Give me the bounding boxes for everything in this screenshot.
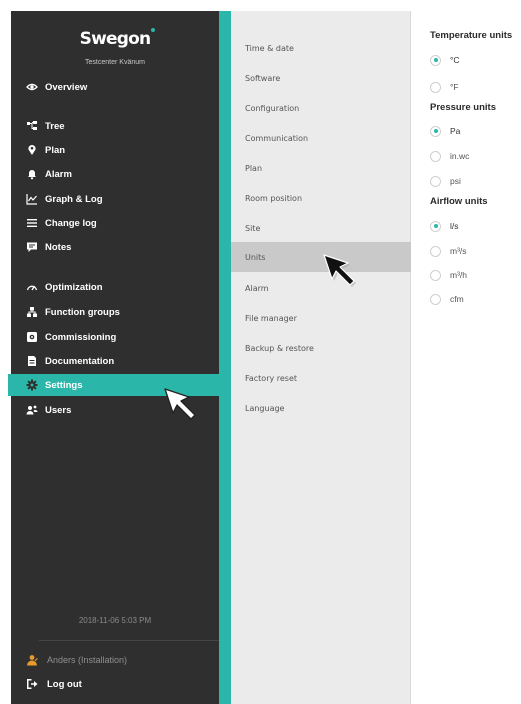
user-icon (26, 654, 38, 666)
submenu-item-backup-restore[interactable]: Backup & restore (231, 333, 411, 363)
radio-cfm[interactable]: cfm (430, 292, 464, 306)
nav-item-change-log[interactable]: Change log (11, 212, 219, 234)
radio-label: °C (450, 55, 460, 65)
radio-button[interactable] (430, 269, 441, 281)
radio-label: in.wc (450, 151, 470, 161)
nav-label: Alarm (45, 168, 72, 180)
submenu-item-factory-reset[interactable]: Factory reset (231, 363, 411, 393)
function-groups-icon (26, 306, 38, 318)
nav-label: Notes (45, 241, 72, 253)
nav-label: Change log (45, 217, 97, 229)
submenu-item-time-date[interactable]: Time & date (231, 33, 411, 63)
gauge-icon (26, 281, 38, 293)
radio-label: cfm (450, 294, 464, 304)
nav-item-function-groups[interactable]: Function groups (11, 301, 219, 323)
radio-label: m³/s (450, 246, 467, 256)
nav-item-notes[interactable]: Notes (11, 236, 219, 258)
nav-item-alarm[interactable]: Alarm (11, 163, 219, 185)
eye-icon (26, 81, 38, 93)
radio-psi[interactable]: psi (430, 174, 461, 188)
radio-celsius[interactable]: °C (430, 53, 460, 67)
nav-label: Settings (45, 379, 83, 391)
radio-button[interactable] (430, 220, 441, 232)
submenu-item-communication[interactable]: Communication (231, 123, 411, 153)
bell-icon (26, 168, 38, 180)
radio-label: Pa (450, 126, 461, 136)
user-name: Anders (Installation) (47, 655, 128, 665)
gear-icon (26, 379, 38, 391)
nav-item-commissioning[interactable]: Commissioning (11, 326, 219, 348)
accent-strip (219, 11, 231, 704)
logout-button[interactable]: Log out (26, 675, 82, 693)
nav-label: Function groups (45, 306, 120, 318)
sidebar: Swegon Testcenter Kvänum Overview Tree P… (8, 11, 219, 704)
brand-logo: Swegon (79, 29, 151, 49)
nav-item-optimization[interactable]: Optimization (11, 276, 219, 298)
logout-icon (26, 678, 38, 690)
notes-icon (26, 241, 38, 253)
nav-item-settings[interactable]: Settings (8, 374, 219, 396)
nav-item-plan[interactable]: Plan (11, 139, 219, 161)
radio-in-wc[interactable]: in.wc (430, 149, 469, 163)
current-user[interactable]: Anders (Installation) (26, 652, 127, 668)
radio-label: °F (450, 82, 459, 92)
nav-label: Commissioning (45, 331, 117, 343)
radio-label: m³/h (450, 270, 467, 280)
current-datetime: 2018-11-06 5:03 PM (78, 616, 152, 625)
map-pin-icon (26, 144, 38, 156)
radio-button[interactable] (430, 54, 441, 66)
submenu-item-plan[interactable]: Plan (231, 153, 411, 183)
temperature-units-title: Temperature units (430, 30, 513, 41)
list-icon (26, 217, 38, 229)
submenu-item-site[interactable]: Site (231, 213, 411, 243)
units-panel: Temperature units °C °F Pressure units P… (412, 0, 521, 704)
logout-label: Log out (47, 678, 82, 690)
settings-submenu: Time & date Software Configuration Commu… (231, 11, 411, 704)
radio-button[interactable] (430, 175, 441, 187)
radio-l-s[interactable]: l/s (430, 219, 459, 233)
sidebar-divider (39, 640, 219, 641)
nav-item-documentation[interactable]: Documentation (11, 350, 219, 372)
nav-label: Optimization (45, 281, 103, 293)
radio-label: psi (450, 176, 461, 186)
submenu-item-software[interactable]: Software (231, 63, 411, 93)
nav-item-graph-log[interactable]: Graph & Log (11, 188, 219, 210)
document-icon (26, 355, 38, 367)
users-icon (26, 404, 38, 416)
radio-pa[interactable]: Pa (430, 124, 460, 138)
radio-button[interactable] (430, 245, 441, 257)
submenu-item-language[interactable]: Language (231, 393, 411, 423)
radio-button[interactable] (430, 125, 441, 137)
submenu-item-configuration[interactable]: Configuration (231, 93, 411, 123)
radio-button[interactable] (430, 293, 441, 305)
radio-m3-h[interactable]: m³/h (430, 268, 467, 282)
pressure-units-title: Pressure units (430, 102, 496, 113)
nav-label: Users (45, 404, 72, 416)
nav-item-overview[interactable]: Overview (11, 76, 219, 98)
nav-label: Plan (45, 144, 66, 156)
radio-label: l/s (450, 221, 459, 231)
nav-item-users[interactable]: Users (11, 399, 219, 421)
tree-icon (26, 120, 38, 132)
submenu-item-room-position[interactable]: Room position (231, 183, 411, 213)
nav-label: Tree (45, 120, 65, 132)
radio-button[interactable] (430, 81, 441, 93)
nav-label: Overview (45, 81, 88, 93)
logo-dot-icon (151, 28, 155, 32)
radio-fahrenheit[interactable]: °F (430, 80, 459, 94)
nav-label: Documentation (45, 355, 115, 367)
nav-item-tree[interactable]: Tree (11, 115, 219, 137)
commissioning-icon (26, 331, 38, 343)
nav-label: Graph & Log (45, 193, 103, 205)
graph-icon (26, 193, 38, 205)
submenu-item-file-manager[interactable]: File manager (231, 303, 411, 333)
radio-button[interactable] (430, 150, 441, 162)
radio-m3-s[interactable]: m³/s (430, 244, 467, 258)
airflow-units-title: Airflow units (430, 196, 488, 207)
submenu-item-units[interactable]: Units (231, 242, 411, 272)
site-name: Testcenter Kvänum (85, 59, 145, 66)
submenu-item-alarm[interactable]: Alarm (231, 273, 411, 303)
